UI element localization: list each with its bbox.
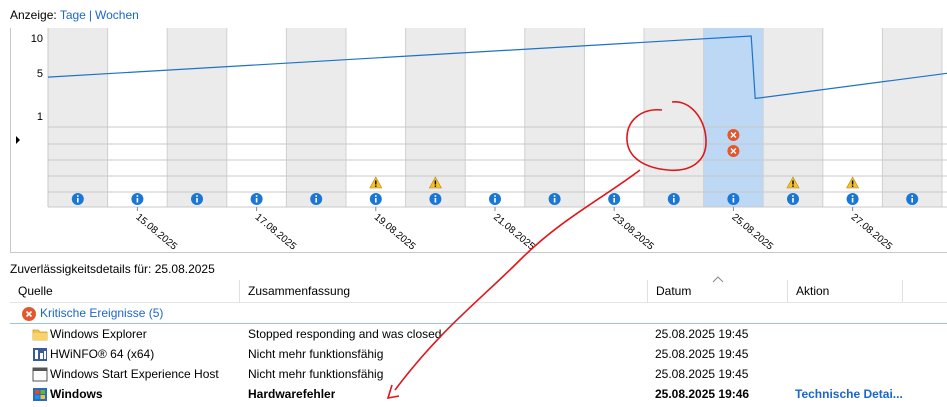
windows-icon: [33, 388, 47, 401]
day-column: [107, 28, 168, 207]
day-column: [644, 28, 704, 207]
row-date: 25.08.2025 19:45: [655, 367, 749, 381]
table-row[interactable]: Windows Hardwarefehler 25.08.2025 19:46 …: [10, 385, 947, 404]
selected-day-column[interactable]: [703, 28, 764, 207]
x-date-label: 19.08.2025: [372, 212, 418, 252]
critical-error-icon[interactable]: [727, 129, 740, 141]
view-toggle-bar: Anzeige: Tage | Wochen: [10, 8, 139, 22]
day-column: [167, 28, 227, 207]
details-title: Zuverlässigkeitsdetails für: 25.08.2025: [10, 262, 215, 276]
details-table: Quelle Zusammenfassung Datum Aktion Krit…: [10, 276, 947, 407]
row-date: 25.08.2025 19:45: [655, 327, 749, 341]
info-icon[interactable]: [250, 193, 263, 205]
row-source: HWiNFO® 64 (x64): [50, 347, 155, 361]
row-date: 25.08.2025 19:45: [655, 347, 749, 361]
view-label: Anzeige:: [10, 8, 57, 22]
scroll-left-arrow[interactable]: [16, 136, 20, 144]
x-date-label: 23.08.2025: [610, 212, 656, 252]
column-header-summary[interactable]: Zusammenfassung: [240, 280, 648, 302]
x-date-label: 27.08.2025: [849, 212, 895, 252]
group-label[interactable]: Kritische Ereignisse (5): [40, 304, 163, 323]
day-column: [465, 28, 525, 207]
row-date: 25.08.2025 19:46: [655, 387, 750, 401]
row-source: Windows: [50, 387, 103, 401]
info-icon[interactable]: [310, 193, 323, 205]
row-summary: Nicht mehr funktionsfähig: [248, 367, 384, 381]
column-header-source[interactable]: Quelle: [10, 280, 240, 302]
day-column: [942, 28, 947, 207]
day-column: [882, 28, 942, 207]
x-date-label: 17.08.2025: [253, 212, 299, 252]
row-summary: Hardwarefehler: [248, 387, 336, 401]
info-icon[interactable]: [727, 193, 740, 205]
error-icon: [22, 307, 36, 321]
day-column: [524, 28, 585, 207]
group-critical-events[interactable]: Kritische Ereignisse (5): [10, 304, 947, 324]
info-icon[interactable]: [787, 193, 799, 205]
info-icon[interactable]: [429, 193, 442, 205]
day-column: [286, 28, 346, 207]
x-date-label: 15.08.2025: [133, 212, 179, 252]
y-tick-label: 5: [37, 68, 43, 80]
x-date-label: 25.08.2025: [729, 212, 775, 252]
info-icon[interactable]: [489, 193, 501, 205]
y-tick-label: 1: [37, 111, 43, 123]
info-icon[interactable]: [846, 193, 859, 205]
view-separator: |: [88, 8, 92, 22]
info-icon[interactable]: [131, 193, 144, 205]
sort-chevron-icon: [712, 276, 724, 283]
app-icon: [32, 367, 48, 382]
table-row[interactable]: HWiNFO® 64 (x64) Nicht mehr funktionsfäh…: [10, 345, 947, 364]
row-summary: Nicht mehr funktionsfähig: [248, 347, 384, 361]
row-summary: Stopped responding and was closed: [248, 327, 442, 341]
info-icon[interactable]: [608, 193, 621, 205]
x-date-label: 21.08.2025: [491, 212, 537, 252]
view-days-link[interactable]: Tage: [60, 8, 86, 22]
table-row[interactable]: Windows Start Experience Host Nicht mehr…: [10, 365, 947, 384]
row-source: Windows Start Experience Host: [50, 367, 219, 381]
day-column: [584, 28, 644, 207]
day-column: [48, 28, 108, 207]
info-icon[interactable]: [906, 193, 919, 205]
info-icon[interactable]: [71, 193, 84, 205]
info-icon[interactable]: [548, 193, 561, 205]
technical-details-link[interactable]: Technische Detai...: [795, 385, 945, 404]
reliability-chart: 10 5 1 15.08.2025 17.08.2025 19.08.2025 21.08…: [16, 28, 947, 252]
row-source: Windows Explorer: [50, 327, 147, 341]
day-column: [226, 28, 287, 207]
info-icon[interactable]: [369, 193, 382, 205]
info-icon[interactable]: [191, 193, 203, 205]
table-header: Quelle Zusammenfassung Datum Aktion: [10, 276, 947, 303]
critical-error-icon[interactable]: [727, 145, 740, 157]
info-icon[interactable]: [667, 193, 680, 205]
hwinfo-icon: [33, 348, 47, 361]
table-row[interactable]: Windows Explorer Stopped responding and …: [10, 325, 947, 344]
folder-icon: [32, 329, 48, 341]
y-tick-label: 10: [31, 33, 43, 45]
column-header-action[interactable]: Aktion: [788, 280, 903, 302]
view-weeks-link[interactable]: Wochen: [95, 8, 139, 22]
